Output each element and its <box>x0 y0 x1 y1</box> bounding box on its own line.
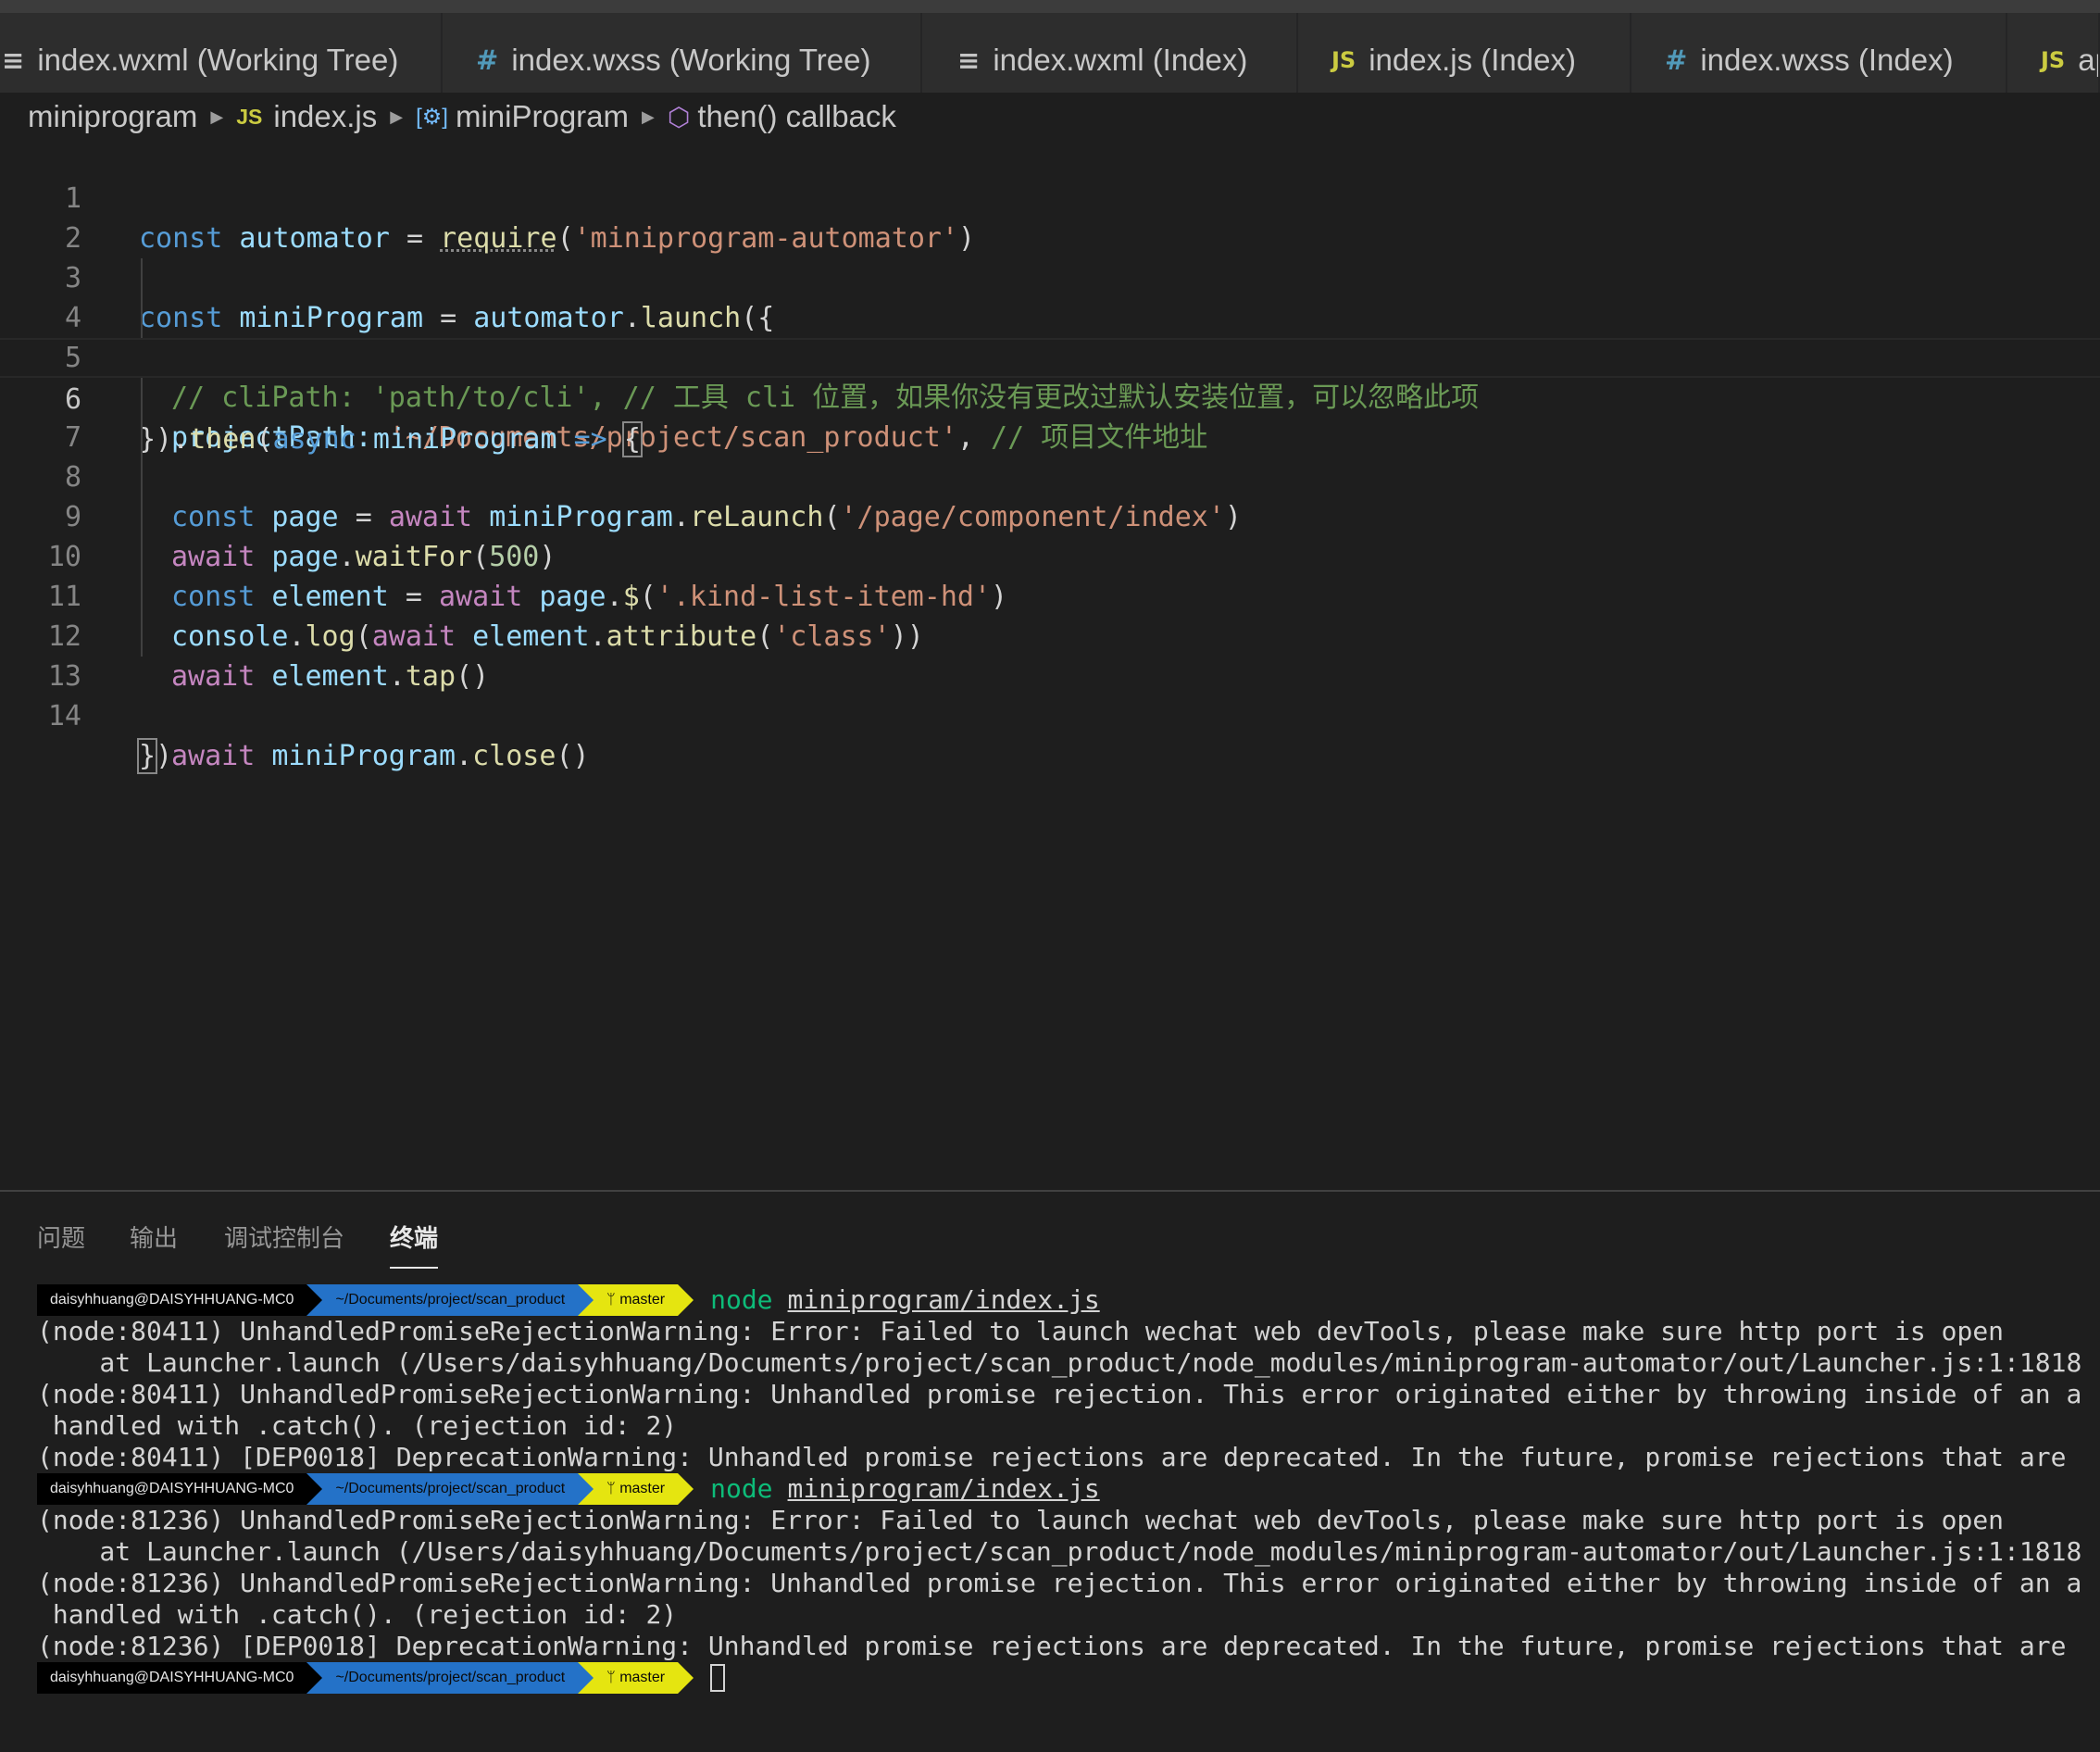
variable-symbol-icon: [⚙] <box>416 104 448 130</box>
terminal-prompt: daisyhhuang@DAISYHHUANG-MC0 ~/Documents/… <box>37 1284 2100 1316</box>
javascript-icon: JS <box>2041 47 2066 73</box>
method-cube-icon: ⬡ <box>667 102 691 131</box>
terminal-cursor[interactable] <box>710 1664 726 1692</box>
css-hash-icon: # <box>476 44 499 76</box>
code-line: 7 const page = await miniProgram.reLaunc… <box>0 378 2100 533</box>
terminal-output-line: handled with .catch(). (rejection id: 2) <box>37 1599 678 1630</box>
code-line: 12 <box>0 577 2100 653</box>
code-line: 1 const automator = require('miniprogram… <box>0 139 2100 255</box>
tab-label: index.js (Index) <box>1369 43 1576 77</box>
code-text: }) <box>136 738 173 774</box>
indent-guide <box>141 258 143 298</box>
tab-label: index.wxss (Working Tree) <box>511 43 871 77</box>
indent-guide <box>141 298 143 338</box>
powerline-arrow <box>578 1662 594 1694</box>
code-line: 9 const element = await page.$('.kind-li… <box>0 457 2100 613</box>
code-line-current: 6 }).then(async miniProgram => { <box>0 338 2100 457</box>
indent-guide <box>141 577 143 617</box>
code-line: 4 // cliPath: 'path/to/cli', // 工具 cli 位… <box>0 258 2100 414</box>
tab-label: ap <box>2078 43 2098 77</box>
powerline-arrow <box>578 1284 594 1316</box>
code-line: 2 <box>0 179 2100 255</box>
prompt-git-branch: ᛘ master <box>594 1662 679 1694</box>
editor-tab-bar: ≡ index.wxml (Working Tree) # index.wxss… <box>0 0 2100 107</box>
prompt-path: ~/Documents/project/scan_product <box>322 1473 579 1505</box>
prompt-user: daisyhhuang@DAISYHHUANG-MC0 <box>37 1662 307 1694</box>
file-lines-icon: ≡ <box>2 44 25 76</box>
git-branch-icon: ᛘ <box>606 1670 616 1685</box>
prompt-git-branch: ᛘ master <box>594 1473 679 1505</box>
code-editor[interactable]: 1 const automator = require('miniprogram… <box>0 137 2100 1190</box>
command-argument[interactable]: miniprogram/index.js <box>788 1284 1100 1316</box>
terminal-output-line: (node:81236) [DEP0018] DeprecationWarnin… <box>37 1631 2067 1661</box>
powerline-arrow <box>306 1284 323 1316</box>
prompt-path: ~/Documents/project/scan_product <box>322 1662 579 1694</box>
prompt-path: ~/Documents/project/scan_product <box>322 1284 579 1316</box>
breadcrumb-file[interactable]: index.js <box>273 99 377 134</box>
tab-label: index.wxml (Working Tree) <box>37 43 399 77</box>
terminal-output-line: at Launcher.launch (/Users/daisyhhuang/D… <box>37 1536 2082 1567</box>
terminal-output-line: (node:80411) [DEP0018] DeprecationWarnin… <box>37 1442 2067 1472</box>
powerline-arrow <box>306 1662 323 1694</box>
code-line: 11 await element.tap() <box>0 537 2100 693</box>
chevron-right-icon: ▶ <box>390 106 404 126</box>
prompt-user: daisyhhuang@DAISYHHUANG-MC0 <box>37 1473 307 1505</box>
terminal-output-line: (node:81236) UnhandledPromiseRejectionWa… <box>37 1568 2082 1598</box>
terminal-output-line: (node:80411) UnhandledPromiseRejectionWa… <box>37 1379 2082 1409</box>
breadcrumb-folder[interactable]: miniprogram <box>28 99 197 134</box>
indent-guide <box>141 497 143 537</box>
tab-label: index.wxss (Index) <box>1700 43 1954 77</box>
indent-guide <box>141 418 143 457</box>
git-branch-icon: ᛘ <box>606 1481 616 1496</box>
bottom-panel: 问题 输出 调试控制台 终端 daisyhhuang@DAISYHHUANG-M… <box>0 1190 2100 1752</box>
code-line: 14 }) <box>0 657 2100 774</box>
javascript-icon: JS <box>236 104 263 129</box>
tab-debug-console[interactable]: 调试控制台 <box>224 1220 344 1254</box>
terminal-prompt: daisyhhuang@DAISYHHUANG-MC0 ~/Documents/… <box>37 1662 2100 1694</box>
code-line: 13 await miniProgram.close() <box>0 617 2100 772</box>
css-hash-icon: # <box>1665 44 1688 76</box>
indent-guide <box>141 617 143 657</box>
code-line: 3 const miniProgram = automator.launch({ <box>0 219 2100 334</box>
tab-problems[interactable]: 问题 <box>37 1220 85 1254</box>
panel-tab-bar: 问题 输出 调试控制台 终端 <box>0 1192 2100 1269</box>
chevron-right-icon: ▶ <box>210 106 224 126</box>
file-lines-icon: ≡ <box>957 44 981 76</box>
terminal-output-line: at Launcher.launch (/Users/daisyhhuang/D… <box>37 1347 2082 1378</box>
code-line: 10 console.log(await element.attribute('… <box>0 497 2100 653</box>
title-strip <box>0 0 2100 13</box>
line-number: 14 <box>47 700 81 732</box>
powerline-arrow <box>578 1473 594 1505</box>
powerline-arrow <box>678 1473 694 1505</box>
tab-label: index.wxml (Index) <box>993 43 1248 77</box>
tab-terminal[interactable]: 终端 <box>390 1220 439 1269</box>
breadcrumb-symbol[interactable]: miniProgram <box>456 99 629 134</box>
powerline-arrow <box>678 1662 694 1694</box>
powerline-arrow <box>306 1473 323 1505</box>
command: node <box>710 1473 773 1504</box>
git-branch-icon: ᛘ <box>606 1292 616 1308</box>
terminal-output-line: handled with .catch(). (rejection id: 2) <box>37 1410 678 1441</box>
terminal[interactable]: daisyhhuang@DAISYHHUANG-MC0 ~/Documents/… <box>37 1284 2100 1694</box>
code-text: await miniProgram.close() <box>171 740 590 772</box>
terminal-output-line: (node:81236) UnhandledPromiseRejectionWa… <box>37 1505 2005 1535</box>
prompt-user: daisyhhuang@DAISYHHUANG-MC0 <box>37 1284 307 1316</box>
indent-guide <box>141 537 143 577</box>
tab-output[interactable]: 输出 <box>130 1220 178 1254</box>
code-line: 5 projectPath: '~/Documents/project/scan… <box>0 298 2100 454</box>
command-argument[interactable]: miniprogram/index.js <box>788 1473 1100 1505</box>
javascript-icon: JS <box>1331 47 1356 73</box>
command: node <box>710 1284 773 1315</box>
terminal-prompt: daisyhhuang@DAISYHHUANG-MC0 ~/Documents/… <box>37 1473 2100 1505</box>
prompt-git-branch: ᛘ master <box>594 1284 679 1316</box>
indent-guide <box>141 457 143 497</box>
breadcrumb-callback[interactable]: then() callback <box>697 99 896 134</box>
code-line: 8 await page.waitFor(500) <box>0 418 2100 573</box>
chevron-right-icon: ▶ <box>642 106 655 126</box>
terminal-output-line: (node:80411) UnhandledPromiseRejectionWa… <box>37 1316 2005 1346</box>
indent-guide <box>141 378 143 418</box>
powerline-arrow <box>678 1284 694 1316</box>
breadcrumb: miniprogram ▶ JS index.js ▶ [⚙] miniProg… <box>0 93 2100 141</box>
